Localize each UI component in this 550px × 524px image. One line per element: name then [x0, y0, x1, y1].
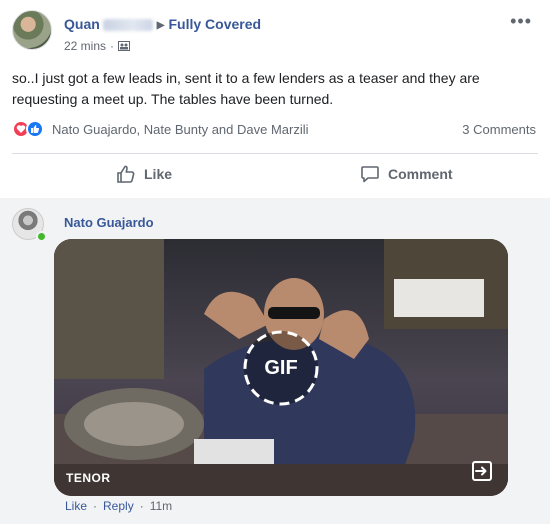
- post-text: so..I just got a few leads in, sent it t…: [12, 70, 480, 107]
- gif-provider-label: TENOR: [66, 471, 111, 485]
- post-time[interactable]: 22 mins: [64, 39, 106, 53]
- poster-name[interactable]: Quan: [64, 16, 153, 32]
- reaction-icons[interactable]: [12, 120, 44, 138]
- reactions-row: Nato Guajardo, Nate Bunty and Dave Marzi…: [12, 120, 538, 140]
- comment-button[interactable]: Comment: [360, 157, 453, 191]
- like-reaction-icon: [26, 120, 44, 138]
- comment-label: Comment: [388, 166, 453, 182]
- online-status-dot: [36, 231, 47, 242]
- speech-bubble-icon: [361, 166, 379, 183]
- comment-like-link[interactable]: Like: [65, 499, 87, 513]
- like-label: Like: [144, 166, 173, 182]
- action-bar: Like Comment: [12, 157, 538, 191]
- gif-badge: GIF: [264, 356, 298, 379]
- group-name[interactable]: Fully Covered: [168, 16, 261, 32]
- poster-line: Quan ▶ Fully Covered: [64, 16, 261, 32]
- redacted-name: [102, 19, 153, 32]
- post-header: Quan ▶ Fully Covered 22 mins · •••: [12, 10, 538, 58]
- commenter-name[interactable]: Nato Guajardo: [64, 215, 154, 230]
- comment-actions: Like · Reply · 11m: [65, 499, 173, 513]
- comment-time[interactable]: 11m: [150, 499, 172, 513]
- thumbs-up-icon: [117, 165, 135, 183]
- more-icon[interactable]: •••: [510, 12, 532, 30]
- poster-avatar[interactable]: [12, 10, 52, 50]
- group-icon: [118, 41, 131, 51]
- reactors-text[interactable]: Nato Guajardo, Nate Bunty and Dave Marzi…: [52, 122, 309, 137]
- comment-section: Nato Guajardo GIF TENOR Like · Reply · 1…: [0, 198, 550, 524]
- comment-reply-link[interactable]: Reply: [103, 499, 134, 513]
- gif-attachment[interactable]: GIF TENOR: [54, 239, 508, 496]
- like-button[interactable]: Like: [116, 157, 172, 191]
- triangle-right-icon: ▶: [156, 20, 165, 31]
- open-external-icon[interactable]: [470, 459, 494, 483]
- post-meta: 22 mins ·: [64, 39, 131, 53]
- comments-count[interactable]: 3 Comments: [462, 122, 536, 137]
- divider: [12, 153, 538, 154]
